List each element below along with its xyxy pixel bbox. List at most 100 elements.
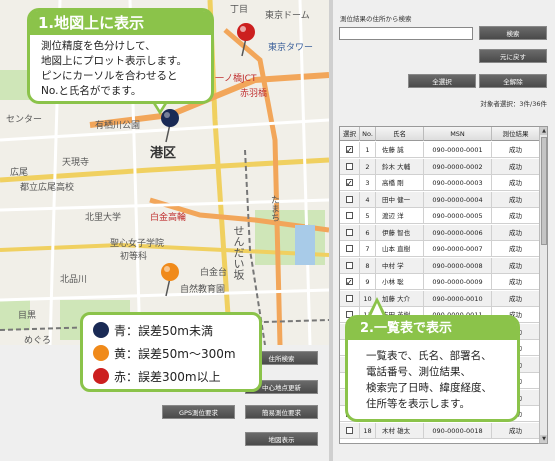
select-cell — [340, 175, 360, 191]
select-all-button[interactable]: 全選択 — [408, 74, 476, 88]
callout-body: 一覧表で、氏名、部署名、 電話番号、測位結果、 検索完了日時、緯度経度、 住所等… — [366, 348, 492, 412]
selection-count: 対象者選択：3件/36件 — [480, 100, 547, 108]
reset-button[interactable]: 元に戻す — [479, 49, 547, 63]
result-cell: 成功 — [492, 257, 540, 274]
msn-cell: 090-0000-0010 — [424, 290, 492, 307]
msn-cell: 090-0000-0008 — [424, 257, 492, 274]
table-row[interactable]: 2 鈴木 大輔 090-0000-0002 成功 — [340, 158, 540, 175]
table-row[interactable]: 4 田中 健一 090-0000-0004 成功 — [340, 191, 540, 208]
row-checkbox[interactable] — [346, 294, 353, 302]
table-row[interactable]: 7 山本 直樹 090-0000-0007 成功 — [340, 241, 540, 257]
result-cell: 成功 — [492, 208, 540, 224]
select-cell — [340, 158, 360, 175]
column-header[interactable]: 氏名 — [376, 127, 424, 141]
table-scrollbar[interactable]: ▲ ▼ — [539, 127, 547, 443]
map-label: せんだい坂 — [232, 225, 245, 280]
msn-cell: 090-0000-0001 — [424, 142, 492, 158]
table-row[interactable]: 1佐藤 誠090-0000-0001成功 — [340, 142, 540, 158]
row-checkbox[interactable] — [346, 275, 353, 290]
legend-item: 赤：誤差300m以上 — [93, 365, 221, 387]
msn-cell: 090-0000-0009 — [424, 274, 492, 290]
orange-pin-icon[interactable] — [160, 262, 180, 298]
map-label: 白金高輪 — [150, 213, 187, 223]
map-label: たまち — [269, 195, 279, 222]
red-pin-icon[interactable] — [236, 22, 256, 58]
simple-request-button[interactable]: 簡易測位要求 — [245, 405, 318, 419]
map-label: めぐろ — [24, 336, 52, 345]
result-cell: 成功 — [492, 274, 540, 290]
column-header[interactable]: 選択 — [340, 127, 360, 141]
search-title: 測位結果の住所から検索 — [340, 15, 412, 23]
no-cell: 4 — [360, 191, 376, 208]
map-label: 赤羽橋 — [240, 89, 268, 99]
table-row[interactable]: 5 渡辺 洋 090-0000-0005 成功 — [340, 208, 540, 224]
deselect-all-button[interactable]: 全解除 — [479, 74, 547, 88]
list-callout: 2.一覧表で表示 一覧表で、氏名、部署名、 電話番号、測位結果、 検索完了日時、… — [345, 315, 520, 422]
map-label: 白金台 — [200, 268, 228, 278]
map-label: 目黒 — [18, 311, 37, 321]
table-row[interactable]: 3高橋 剛090-0000-0003成功 — [340, 175, 540, 191]
map-display-button[interactable]: 地図表示 — [245, 432, 318, 446]
no-cell: 18 — [360, 422, 376, 439]
callout-line: 地図上にプロット表示します。 — [41, 55, 187, 67]
select-cell — [340, 290, 360, 307]
row-checkbox[interactable] — [346, 245, 353, 252]
row-checkbox[interactable] — [346, 143, 353, 158]
legend-item: 青：誤差50m未満 — [93, 319, 213, 341]
red-dot-icon — [93, 368, 109, 384]
name-cell: 高橋 剛 — [376, 175, 424, 191]
callout-line: 検索完了日時、緯度経度、 — [366, 382, 492, 394]
result-cell: 成功 — [492, 175, 540, 191]
result-cell: 成功 — [492, 142, 540, 158]
table-row[interactable]: 9小林 聡090-0000-0009成功 — [340, 274, 540, 290]
table-row[interactable]: 8 中村 学 090-0000-0008 成功 — [340, 257, 540, 274]
map-label: 東京タワー — [268, 43, 314, 53]
row-checkbox[interactable] — [346, 212, 353, 219]
callout-title: 2.一覧表で表示 — [348, 318, 517, 340]
table-row[interactable]: 6 伊藤 智也 090-0000-0006 成功 — [340, 224, 540, 241]
address-search-input[interactable] — [339, 27, 473, 40]
select-cell — [340, 191, 360, 208]
table-row[interactable]: 18 木村 雄太 090-0000-0018 成功 — [340, 422, 540, 439]
map-label: 聖心女子学院 — [110, 239, 165, 249]
legend-label: 黄：誤差50m～300m — [114, 346, 236, 361]
result-cell: 成功 — [492, 241, 540, 257]
select-cell — [340, 257, 360, 274]
result-cell: 成功 — [492, 422, 540, 439]
legend-item: 黄：誤差50m～300m — [93, 342, 236, 364]
no-cell: 7 — [360, 241, 376, 257]
name-cell: 佐藤 誠 — [376, 142, 424, 158]
scroll-down-icon[interactable]: ▼ — [540, 435, 547, 443]
map-callout: 1.地図上に表示 測位精度を色分けして、 地図上にプロット表示します。 ピンにカ… — [27, 8, 214, 104]
map-label: 初等科 — [120, 252, 148, 262]
scroll-thumb[interactable] — [541, 137, 547, 245]
gps-request-button[interactable]: GPS測位要求 — [162, 405, 235, 419]
map-label: 丁目 — [230, 5, 249, 15]
row-checkbox[interactable] — [346, 176, 353, 191]
msn-cell: 090-0000-0007 — [424, 241, 492, 257]
column-header[interactable]: MSN — [424, 127, 492, 141]
row-checkbox[interactable] — [346, 195, 353, 203]
row-checkbox[interactable] — [346, 162, 353, 170]
msn-cell: 090-0000-0002 — [424, 158, 492, 175]
row-checkbox[interactable] — [346, 261, 353, 269]
select-cell — [340, 142, 360, 158]
callout-body: 測位精度を色分けして、 地図上にプロット表示します。 ピンにカーソルを合わせると… — [41, 39, 187, 99]
row-checkbox[interactable] — [346, 228, 353, 236]
no-cell: 9 — [360, 274, 376, 290]
scroll-up-icon[interactable]: ▲ — [540, 127, 547, 135]
callout-title: 1.地図上に表示 — [30, 11, 211, 35]
column-header[interactable]: 測位結果 — [492, 127, 540, 141]
map-label: 一ノ橋JCT — [215, 74, 257, 84]
orange-dot-icon — [93, 345, 109, 361]
row-checkbox[interactable] — [346, 426, 353, 434]
search-button[interactable]: 検索 — [479, 26, 547, 40]
select-cell — [340, 224, 360, 241]
name-cell: 中村 学 — [376, 257, 424, 274]
map-label: 都立広尾高校 — [20, 183, 75, 193]
result-cell: 成功 — [492, 191, 540, 208]
callout-line: 住所等を表示します。 — [366, 398, 470, 410]
map-label: 有栖川公園 — [95, 121, 141, 131]
column-header[interactable]: No. — [360, 127, 376, 141]
callout-line: 電話番号、測位結果、 — [366, 366, 471, 378]
